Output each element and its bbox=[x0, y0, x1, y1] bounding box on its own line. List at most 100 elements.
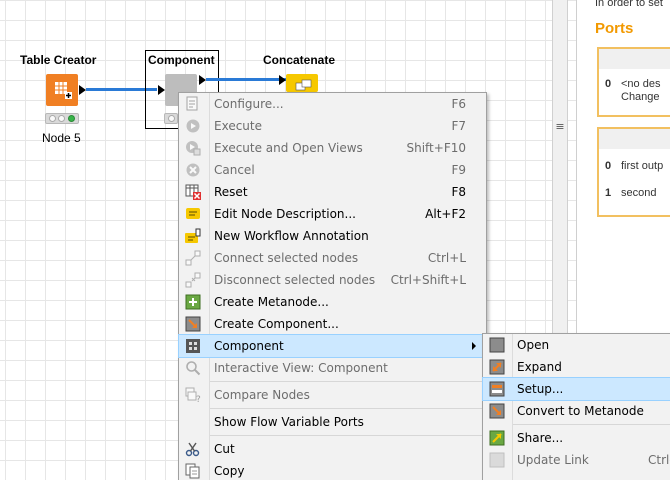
port-index: 0 bbox=[605, 160, 612, 172]
menu-item-label: Edit Node Description... bbox=[214, 207, 356, 221]
menu-item-shortcut: Alt+F2 bbox=[425, 207, 466, 221]
ports-heading: Ports bbox=[595, 20, 634, 37]
menu-item-label: Disconnect selected nodes bbox=[214, 273, 376, 287]
menu-item-shortcut: Ctrl+L bbox=[427, 251, 466, 265]
menu-item-label: Compare Nodes bbox=[214, 388, 310, 402]
menu-item-label: Share... bbox=[517, 431, 564, 445]
convert-metanode-icon bbox=[489, 403, 505, 419]
svg-text:?: ? bbox=[196, 395, 201, 403]
submenu-item-convert-to-metanode[interactable]: Convert to Metanode bbox=[483, 400, 670, 422]
share-icon bbox=[489, 430, 505, 446]
menu-item-shortcut: F7 bbox=[451, 119, 466, 133]
menu-item-create-component[interactable]: Create Component... bbox=[179, 313, 486, 335]
menu-item-label: Create Component... bbox=[214, 317, 339, 331]
node-title-concatenate: Concatenate bbox=[263, 53, 336, 67]
menu-item-component[interactable]: Component bbox=[178, 334, 487, 358]
connect-nodes-icon bbox=[185, 250, 201, 266]
menu-item-reset[interactable]: Reset F8 bbox=[179, 181, 486, 203]
menu-item-disconnect-selected-nodes[interactable]: Disconnect selected nodes Ctrl+Shift+L bbox=[179, 269, 486, 291]
menu-item-show-flow-variable-ports[interactable]: Show Flow Variable Ports bbox=[179, 411, 486, 433]
connection-line[interactable] bbox=[206, 78, 286, 81]
expand-icon bbox=[489, 359, 505, 375]
input-port[interactable] bbox=[279, 75, 286, 85]
port-description: first outp bbox=[621, 160, 664, 172]
menu-item-shortcut: F9 bbox=[451, 163, 466, 177]
output-ports-card: 0 first outp 1 second bbox=[597, 127, 670, 217]
magnifier-icon bbox=[186, 361, 201, 376]
menu-item-shortcut: Shift+F10 bbox=[406, 141, 466, 155]
menu-item-label: Cancel bbox=[214, 163, 255, 177]
execute-icon bbox=[186, 119, 200, 133]
menu-item-shortcut: F8 bbox=[451, 185, 466, 199]
concatenate-node[interactable] bbox=[286, 74, 318, 92]
compare-nodes-icon: ? bbox=[185, 387, 201, 403]
node-title-table-creator: Table Creator bbox=[20, 53, 97, 67]
port-description: second bbox=[621, 187, 657, 199]
submenu-item-setup[interactable]: Setup... bbox=[482, 377, 670, 401]
configure-icon bbox=[186, 96, 198, 111]
menu-item-label: Create Metanode... bbox=[214, 295, 329, 309]
menu-item-compare-nodes[interactable]: ? Compare Nodes bbox=[179, 384, 486, 406]
node-title-component: Component bbox=[148, 53, 215, 67]
table-creator-icon bbox=[55, 82, 72, 99]
open-icon bbox=[489, 337, 505, 353]
menu-item-label: Expand bbox=[517, 360, 562, 374]
menu-item-execute[interactable]: Execute F7 bbox=[179, 115, 486, 137]
reset-icon bbox=[185, 184, 201, 200]
annotation-icon bbox=[185, 228, 201, 243]
component-submenu: Open Expand Setup... Convert to Metanode… bbox=[482, 333, 670, 480]
menu-item-new-workflow-annotation[interactable]: New Workflow Annotation bbox=[179, 225, 486, 247]
menu-item-configure[interactable]: Configure... F6 bbox=[179, 93, 486, 115]
node-context-menu: Configure... F6 Execute F7 Execute and O… bbox=[178, 92, 487, 480]
menu-item-label: Execute and Open Views bbox=[214, 141, 363, 155]
port-index: 0 bbox=[605, 78, 612, 90]
setup-icon bbox=[489, 381, 505, 397]
menu-item-execute-open-views[interactable]: Execute and Open Views Shift+F10 bbox=[179, 137, 486, 159]
menu-item-label: Open bbox=[517, 338, 550, 352]
input-port[interactable] bbox=[158, 85, 165, 95]
menu-separator bbox=[210, 408, 486, 409]
menu-item-label: Copy bbox=[214, 464, 245, 478]
port-index: 1 bbox=[605, 187, 612, 199]
output-port[interactable] bbox=[79, 85, 86, 95]
submenu-item-update-link[interactable]: Update Link Ctrl- bbox=[483, 449, 670, 471]
menu-item-create-metanode[interactable]: Create Metanode... bbox=[179, 291, 486, 313]
menu-item-connect-selected-nodes[interactable]: Connect selected nodes Ctrl+L bbox=[179, 247, 486, 269]
menu-item-label: Convert to Metanode bbox=[517, 404, 644, 418]
menu-separator bbox=[210, 435, 486, 436]
create-metanode-icon bbox=[185, 294, 201, 310]
create-component-icon bbox=[185, 316, 201, 332]
disconnect-nodes-icon bbox=[185, 272, 201, 288]
menu-item-cancel[interactable]: Cancel F9 bbox=[179, 159, 486, 181]
menu-separator bbox=[513, 424, 670, 425]
menu-item-label: Configure... bbox=[214, 97, 284, 111]
menu-item-copy[interactable]: Copy bbox=[179, 460, 486, 480]
menu-item-cut[interactable]: Cut bbox=[179, 438, 486, 460]
menu-item-edit-node-description[interactable]: Edit Node Description... Alt+F2 bbox=[179, 203, 486, 225]
output-port[interactable] bbox=[199, 75, 206, 85]
concatenate-icon bbox=[295, 79, 312, 91]
execute-open-views-icon bbox=[186, 141, 201, 156]
divider-grip-icon[interactable]: ≡ bbox=[554, 120, 566, 133]
submenu-arrow-icon bbox=[472, 342, 476, 350]
menu-item-label: Execute bbox=[214, 119, 262, 133]
menu-item-interactive-view[interactable]: Interactive View: Component bbox=[179, 357, 486, 379]
edit-description-icon bbox=[186, 208, 200, 219]
menu-item-label: Show Flow Variable Ports bbox=[214, 415, 364, 429]
menu-item-label: Update Link bbox=[517, 453, 589, 467]
menu-item-shortcut: F6 bbox=[451, 97, 466, 111]
scissors-icon bbox=[185, 442, 200, 457]
submenu-item-open[interactable]: Open bbox=[483, 334, 670, 356]
menu-item-shortcut: Ctrl- bbox=[648, 453, 670, 467]
table-creator-node[interactable] bbox=[46, 74, 78, 106]
node-label: Node 5 bbox=[42, 131, 81, 145]
copy-icon bbox=[185, 463, 200, 479]
menu-item-label: Reset bbox=[214, 185, 248, 199]
menu-item-label: Connect selected nodes bbox=[214, 251, 359, 265]
menu-item-label: Setup... bbox=[517, 382, 564, 396]
node-status-traffic-light bbox=[164, 113, 178, 124]
menu-item-label: Component bbox=[214, 339, 284, 353]
submenu-item-share[interactable]: Share... bbox=[483, 427, 670, 449]
menu-separator bbox=[210, 381, 486, 382]
submenu-item-expand[interactable]: Expand bbox=[483, 356, 670, 378]
